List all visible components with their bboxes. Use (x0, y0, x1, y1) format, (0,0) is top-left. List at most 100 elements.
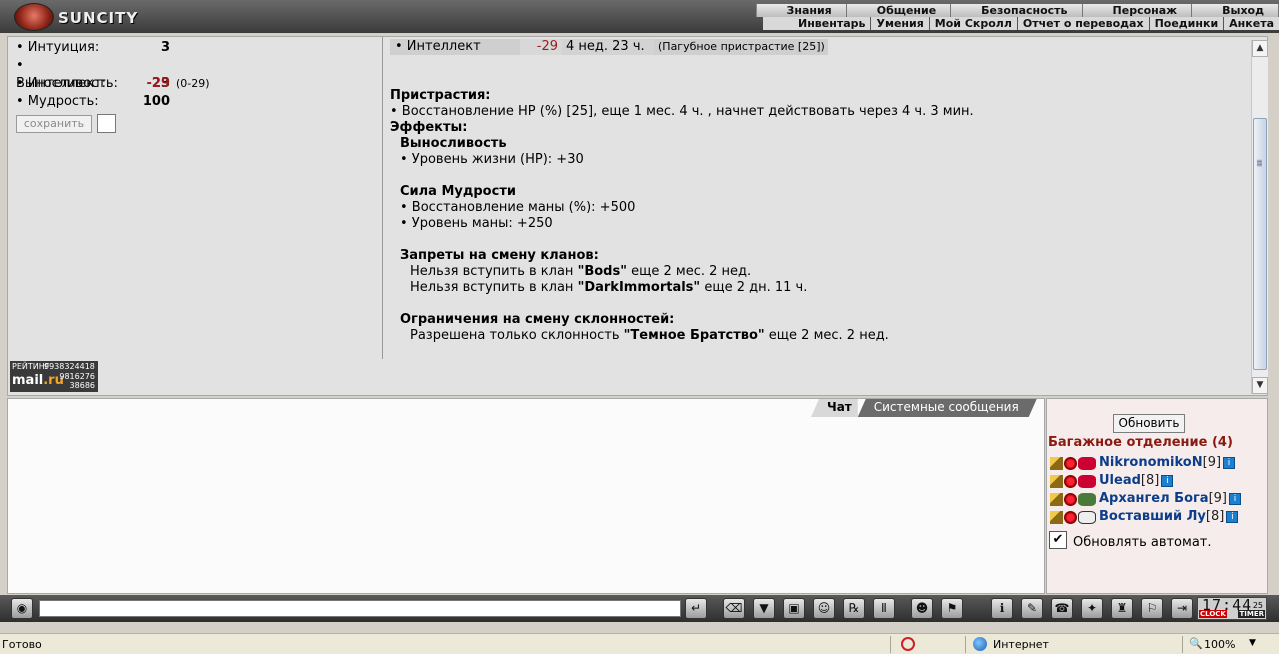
speak-icon[interactable]: ◉ (11, 598, 33, 619)
tab-system-messages[interactable]: Системные сообщения (858, 399, 1037, 417)
clan-badge-icon (1078, 492, 1096, 506)
submenu-profile[interactable]: Анкета (1224, 17, 1279, 30)
auto-refresh-checkbox[interactable]: ✔ (1049, 531, 1067, 549)
attack-icon[interactable] (1064, 456, 1077, 470)
stats-panel: • Интуиция: 3 • Выносливость: 23 • Интелле… (8, 37, 378, 397)
app-window: SUNCITY Знания Общение Безопасность Перс… (0, 0, 1279, 654)
clan-name: "Bods" (577, 264, 627, 279)
eraser-icon[interactable]: ⌫ (723, 598, 745, 619)
clan-ban-text: Нельзя вступить в клан (410, 264, 578, 279)
intellect-penalty-row: • Интеллект -29 4 нед. 23 ч. (Пагубное п… (390, 39, 828, 55)
scroll-down-arrow-icon[interactable]: ▼ (1252, 377, 1268, 394)
user-name[interactable]: Архангел Бога (1099, 490, 1209, 508)
info-icon[interactable]: i (1223, 457, 1236, 469)
helmet-icon[interactable]: ⚑ (941, 598, 963, 619)
pause-icon[interactable]: Ⅱ (873, 598, 895, 619)
clan-ban-time: еще 2 мес. 2 нед. (627, 264, 752, 279)
smiley-icon[interactable]: ☻ (911, 598, 933, 619)
submenu-skills[interactable]: Умения (871, 17, 930, 30)
private-message-icon[interactable] (1050, 492, 1063, 506)
chat-input[interactable] (39, 600, 681, 617)
alignment-title: Ограничения на смену склонностей: (400, 312, 675, 327)
stat-label: • Интеллект: (16, 76, 107, 91)
penalty-source: (Пагубное пристрастие [25]) (654, 39, 828, 55)
penalty-value: -29 (520, 39, 562, 55)
bottom-toolbar: ◉ ↵ ⌫ ▼ ▣ ☺ ℞ Ⅱ ☻ ⚑ ℹ ✎ ☎ ✦ ♜ ⚐ ⇥ 17:44 … (0, 595, 1279, 622)
private-message-icon[interactable] (1050, 474, 1063, 488)
stat-value: 3 (160, 40, 170, 55)
wisdom-item: • Восстановление маны (%): +500 (400, 200, 636, 215)
refresh-button[interactable]: Обновить (1113, 414, 1185, 433)
game-logo[interactable]: SUNCITY (6, 3, 176, 31)
lock-icon[interactable]: ♜ (1111, 598, 1133, 619)
clock-label[interactable]: CLOCK (1199, 610, 1227, 618)
attack-icon[interactable] (1064, 474, 1077, 488)
scroll-thumb[interactable] (1253, 118, 1267, 370)
save-log-icon[interactable]: ▣ (783, 598, 805, 619)
chat-area[interactable]: Чат Системные сообщения (7, 398, 1045, 594)
info-icon[interactable]: i (1229, 493, 1241, 505)
zoom-icon[interactable]: 🔍 (1189, 637, 1203, 650)
tab-chat[interactable]: Чат (811, 399, 858, 417)
exit-icon[interactable]: ⇥ (1171, 598, 1193, 619)
clock-seconds: 25 (1252, 601, 1263, 610)
clan-badge-icon (1078, 456, 1096, 470)
submenu-inventory[interactable]: Инвентарь (793, 17, 872, 30)
user-level: [9] (1208, 491, 1227, 506)
rating-counts: 9816276 38686 (59, 372, 95, 390)
menu-security[interactable]: Безопасность (951, 4, 1083, 17)
popup-blocker-icon[interactable] (901, 637, 915, 651)
user-row[interactable]: NikronomikoN [9] i (1050, 454, 1236, 472)
submenu-battles[interactable]: Поединки (1150, 17, 1225, 30)
wisdom-item: • Уровень маны: +250 (400, 216, 553, 231)
zoom-level[interactable]: 100% (1204, 638, 1235, 651)
info-icon[interactable]: i (1161, 475, 1174, 487)
chevron-down-icon[interactable]: ▼ (1249, 638, 1256, 648)
private-message-icon[interactable] (1050, 510, 1063, 524)
top-bar: SUNCITY Знания Общение Безопасность Перс… (0, 0, 1279, 33)
timer-label[interactable]: TIMER (1238, 610, 1265, 618)
menu-exit[interactable]: Выход (1192, 4, 1279, 17)
user-name[interactable]: NikronomikoN (1099, 454, 1203, 472)
translit-icon[interactable]: ℞ (843, 598, 865, 619)
scroll-up-arrow-icon[interactable]: ▲ (1252, 40, 1268, 57)
stat-value: -29 (146, 76, 171, 91)
user-name[interactable]: Воставший Лу (1099, 508, 1206, 526)
attack-icon[interactable] (1064, 492, 1077, 506)
user-level: [8] (1140, 473, 1160, 488)
info-icon[interactable]: i (1226, 511, 1239, 523)
addictions-title: Пристрастия: (390, 88, 491, 103)
bag-icon[interactable]: ✦ (1081, 598, 1103, 619)
filter-icon[interactable]: ▼ (753, 598, 775, 619)
user-row[interactable]: Воставший Лу [8] i (1050, 508, 1239, 526)
menu-character[interactable]: Персонаж (1083, 4, 1193, 17)
user-name[interactable]: Ulead (1099, 472, 1141, 490)
scroll-tool-icon[interactable]: ✎ (1021, 598, 1043, 619)
mailru-rating-counter[interactable]: РЕЙТИНГ 9938324418 mail.ru 9816276 38686 (10, 361, 98, 392)
alignment-name: "Темное Братство" (623, 328, 765, 343)
game-clock[interactable]: 17:44 25 CLOCK TIMER (1197, 596, 1267, 620)
info-menu-icon[interactable]: ℹ (991, 598, 1013, 619)
attack-icon[interactable] (1064, 510, 1077, 524)
submenu-scroll[interactable]: Мой Скролл (930, 17, 1018, 30)
stat-endurance: • Выносливость: 23 (16, 57, 170, 91)
private-message-icon[interactable] (1050, 456, 1063, 470)
save-checkbox[interactable] (97, 114, 116, 133)
menu-knowledge[interactable]: Знания (757, 4, 847, 17)
character-panel: • Интуиция: 3 • Выносливость: 23 • Интелле… (7, 36, 1268, 396)
user-row[interactable]: Архангел Бога [9] i (1050, 490, 1242, 508)
flag-icon[interactable]: ⚐ (1141, 598, 1163, 619)
user-row[interactable]: Ulead [8] i (1050, 472, 1174, 490)
friends-icon[interactable]: ☎ (1051, 598, 1073, 619)
chat-tabs: Чат Системные сообщения (811, 399, 1037, 417)
user-level: [8] (1205, 509, 1225, 524)
alignment-text: Разрешена только склонность (410, 328, 624, 343)
wisdom-title: Сила Мудрости (400, 184, 516, 199)
save-button[interactable]: сохранить (16, 115, 92, 133)
send-enter-icon[interactable]: ↵ (685, 598, 707, 619)
menu-communication[interactable]: Общение (847, 4, 952, 17)
content-scrollbar[interactable]: ▲ ≡ ≡ ▼ (1251, 40, 1268, 394)
submenu-transfers[interactable]: Отчет о переводах (1018, 17, 1150, 30)
people-icon[interactable]: ☺ (813, 598, 835, 619)
endurance-title: Выносливость (400, 136, 507, 151)
